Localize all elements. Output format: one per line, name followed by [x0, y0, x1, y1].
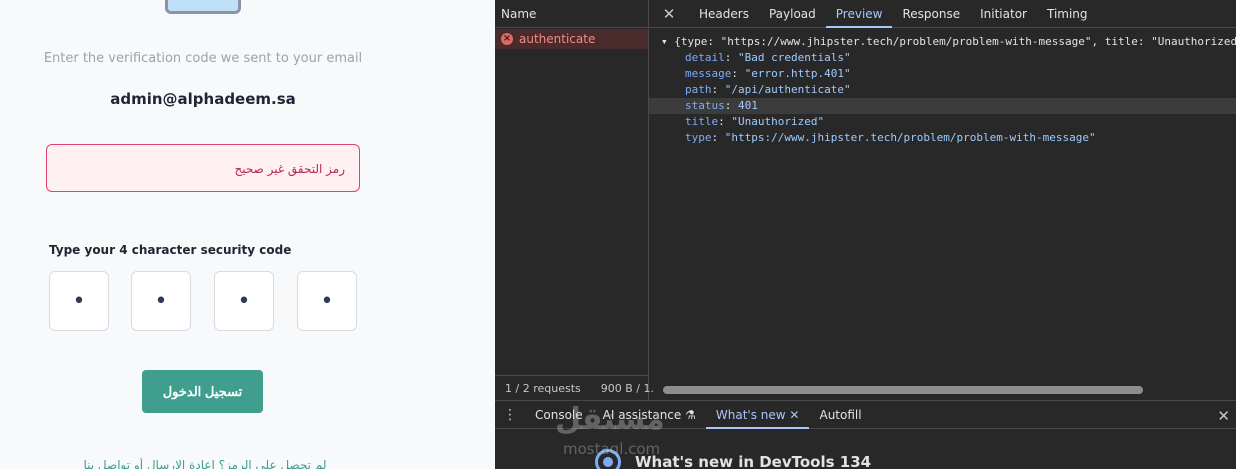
json-field: path: "/api/authenticate" — [685, 83, 851, 96]
tab-headers[interactable]: Headers — [689, 0, 759, 28]
code-input-2[interactable]: • — [131, 271, 191, 331]
json-value: "Bad credentials" — [738, 51, 851, 64]
horizontal-scrollbar[interactable] — [663, 386, 1229, 394]
drawer-tab-whats-new[interactable]: What's new ✕ — [705, 401, 810, 429]
json-key: detail — [685, 51, 725, 64]
json-field: detail: "Bad credentials" — [685, 51, 851, 64]
close-icon[interactable]: ✕ — [649, 5, 689, 23]
json-field: status: 401 — [649, 98, 1236, 114]
watermark-url: mostaql.com — [563, 440, 661, 458]
json-field: type: "https://www.jhipster.tech/problem… — [685, 131, 1096, 144]
json-field: message: "error.http.401" — [685, 67, 851, 80]
error-alert-text: رمز التحقق غير صحيح — [234, 162, 345, 176]
more-menu-icon[interactable]: ⋮ — [495, 407, 525, 423]
json-value: "/api/authenticate" — [724, 83, 851, 96]
drawer-close-icon[interactable]: ✕ — [1217, 407, 1230, 425]
json-value: "Unauthorized" — [731, 115, 825, 128]
json-key: title — [685, 115, 719, 128]
expand-triangle-icon[interactable]: ▾ — [661, 35, 674, 48]
network-status-bar: 1 / 2 requests 900 B / 1. — [495, 375, 654, 400]
email-address: admin@alphadeem.sa — [110, 90, 296, 108]
whats-new-title: What's new in DevTools 134 — [635, 453, 872, 469]
verification-page: Enter the verification code we sent to y… — [0, 0, 495, 469]
json-key: message — [685, 67, 732, 80]
verification-subtitle: Enter the verification code we sent to y… — [43, 51, 363, 66]
error-icon: × — [501, 33, 513, 45]
tab-response[interactable]: Response — [892, 0, 970, 28]
request-detail: ✕ Headers Payload Preview Response Initi… — [649, 0, 1236, 400]
detail-tabbar: ✕ Headers Payload Preview Response Initi… — [649, 0, 1236, 28]
tab-preview[interactable]: Preview — [825, 0, 893, 28]
mail-illustration — [165, 0, 241, 14]
json-key: status — [685, 99, 725, 112]
code-input-3[interactable]: • — [214, 271, 274, 331]
name-column-header[interactable]: Name — [495, 0, 648, 28]
json-summary-text: {type: "https://www.jhipster.tech/proble… — [674, 35, 1236, 48]
json-field: title: "Unauthorized" — [685, 115, 825, 128]
json-summary[interactable]: ▾ {type: "https://www.jhipster.tech/prob… — [649, 34, 1236, 50]
json-value: "https://www.jhipster.tech/problem/probl… — [724, 131, 1096, 144]
flask-icon: ⚗ — [685, 407, 696, 422]
close-tab-icon[interactable]: ✕ — [789, 408, 799, 422]
tab-payload[interactable]: Payload — [759, 0, 826, 28]
request-count: 1 / 2 requests — [505, 381, 581, 395]
request-name: authenticate — [519, 32, 596, 46]
devtools-panel: Name × authenticate 1 / 2 requests 900 B… — [495, 0, 1236, 469]
error-alert: رمز التحقق غير صحيح — [46, 144, 360, 192]
json-key: path — [685, 83, 712, 96]
preview-json: ▾ {type: "https://www.jhipster.tech/prob… — [649, 34, 1236, 146]
tab-initiator[interactable]: Initiator — [970, 0, 1037, 28]
json-value: 401 — [738, 99, 758, 112]
scrollbar-thumb[interactable] — [663, 386, 1143, 394]
code-input-1[interactable]: • — [49, 271, 109, 331]
login-button[interactable]: تسجيل الدخول — [142, 370, 263, 413]
json-value: "error.http.401" — [744, 67, 851, 80]
request-row-authenticate[interactable]: × authenticate — [495, 29, 648, 49]
request-list: Name × authenticate 1 / 2 requests 900 B… — [495, 0, 654, 400]
watermark-logo: مستقل — [555, 402, 665, 437]
tab-timing[interactable]: Timing — [1037, 0, 1098, 28]
resend-link[interactable]: لم تحصل على الرمز؟ إعادة الإرسال أو تواص… — [40, 458, 370, 469]
json-key: type — [685, 131, 712, 144]
drawer-tab-whats-new-label: What's new — [715, 407, 786, 422]
code-label: Type your 4 character security code — [49, 243, 292, 257]
drawer-tab-autofill[interactable]: Autofill — [809, 401, 871, 429]
code-input-4[interactable]: • — [297, 271, 357, 331]
